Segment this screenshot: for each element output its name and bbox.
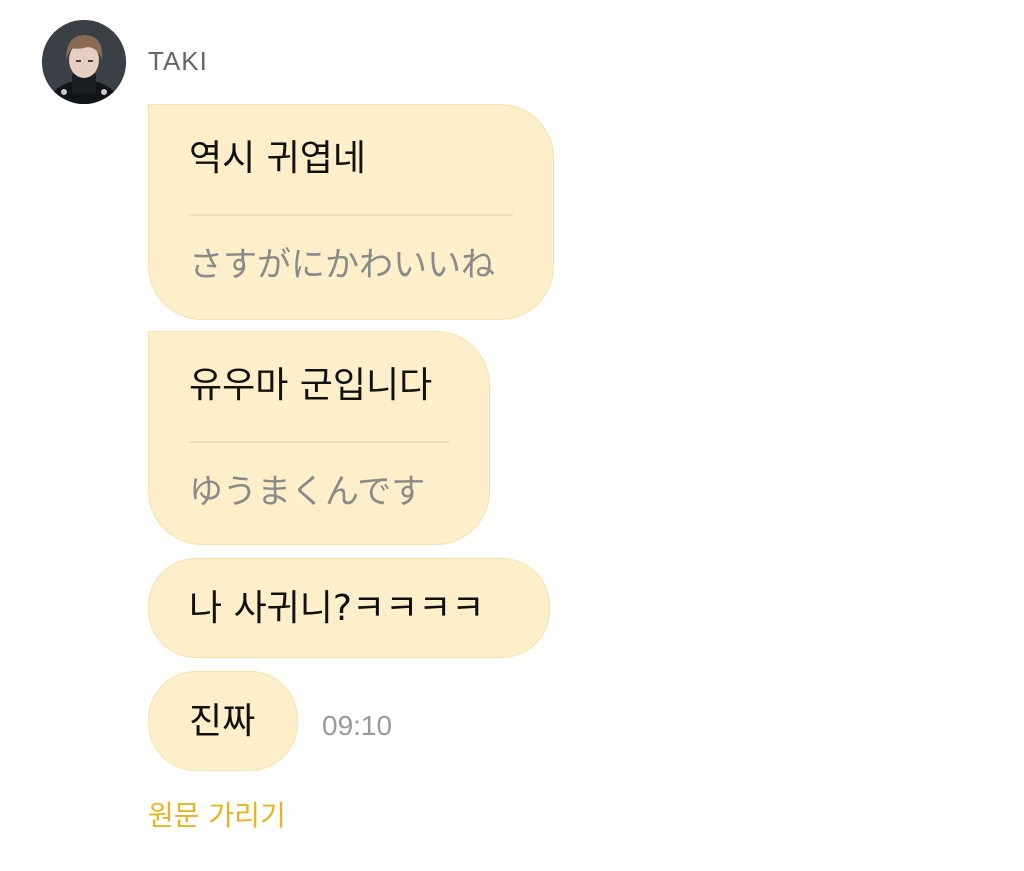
message-original-text: 진짜 <box>189 701 256 742</box>
message-original-text: 나 사귀니?ㅋㅋㅋㅋ <box>189 588 485 629</box>
translation-divider <box>189 214 513 216</box>
message-translation-text: ゆうまくんです <box>189 472 426 512</box>
message-bubble[interactable]: 유우마 군입니다 ゆうまくんです <box>148 331 490 545</box>
message-bubble[interactable]: 진짜 <box>148 671 298 771</box>
message-original-text: 유우마 군입니다 <box>189 365 433 406</box>
message-bubble[interactable]: 나 사귀니?ㅋㅋㅋㅋ <box>148 558 550 658</box>
avatar-photo-icon <box>42 20 126 104</box>
avatar[interactable] <box>42 20 126 104</box>
chat-screen: TAKI 역시 귀엽네 さすがにかわいいね 유우마 군입니다 ゆうまくんです 나… <box>0 0 1024 871</box>
translation-divider <box>189 441 449 443</box>
message-original-text: 역시 귀엽네 <box>189 138 367 179</box>
message-translation-text: さすがにかわいいね <box>189 245 495 285</box>
sender-name: TAKI <box>148 46 208 76</box>
hide-original-button[interactable]: 원문 가리기 <box>148 794 286 834</box>
message-timestamp: 09:10 <box>322 710 393 741</box>
message-bubble[interactable]: 역시 귀엽네 さすがにかわいいね <box>148 104 554 320</box>
